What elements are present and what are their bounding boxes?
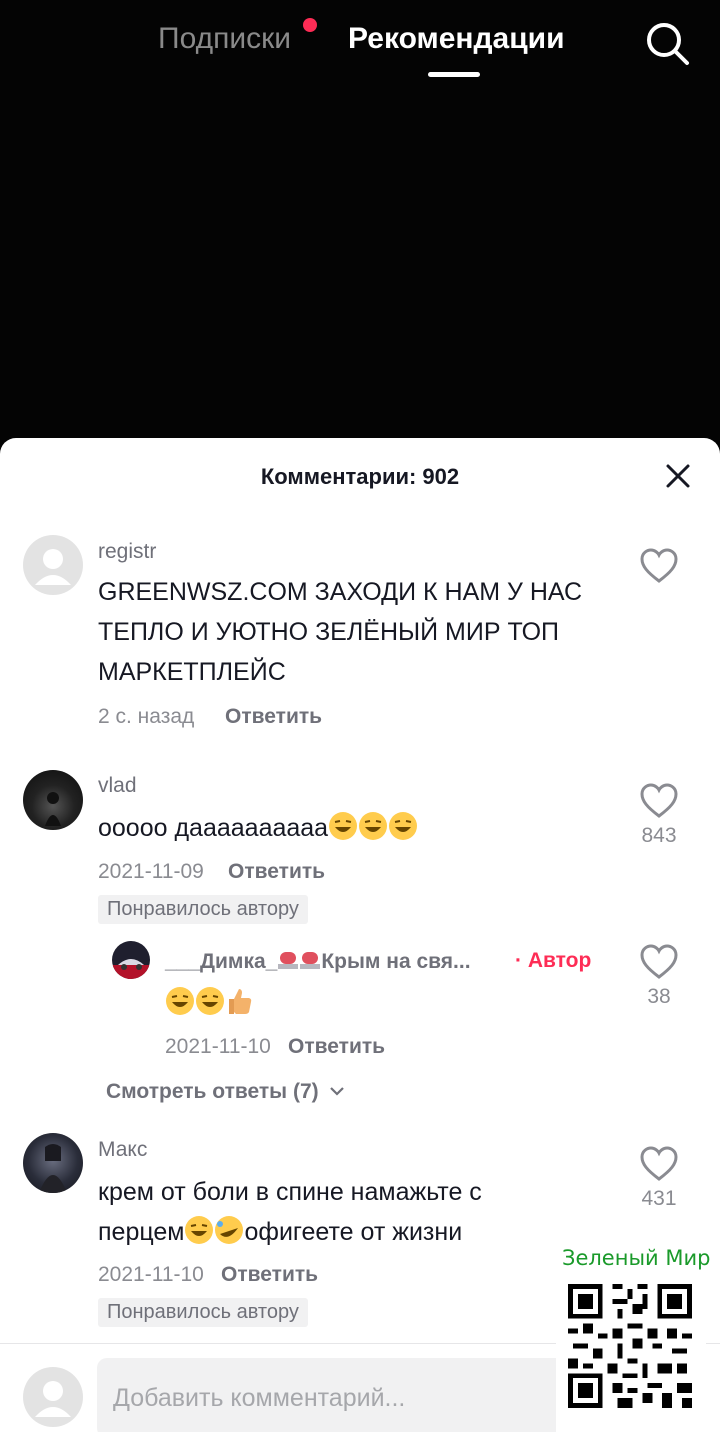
comment-text-line: GREENWSZ.COM ЗАХОДИ К НАМ У НАС — [98, 578, 583, 606]
comment-time: 2021-11-09 — [98, 860, 204, 883]
avatar[interactable] — [23, 770, 83, 830]
tab-following[interactable]: Подписки — [158, 22, 291, 56]
reply-button[interactable]: Ответить — [225, 705, 322, 729]
siren-icon — [300, 952, 321, 969]
top-navigation: Подписки Рекомендации — [0, 18, 720, 88]
watermark: Зеленый Мир — [556, 1242, 710, 1432]
comment-text-line: крем от боли в спине намажьте с — [98, 1178, 482, 1206]
chevron-down-icon — [330, 1087, 345, 1096]
comment-username[interactable]: Макс — [98, 1138, 147, 1162]
avatar-knight-icon — [39, 1144, 67, 1193]
comment-username[interactable]: registr — [98, 540, 156, 564]
avatar[interactable] — [112, 941, 150, 979]
heart-icon[interactable] — [640, 783, 678, 819]
comment-text-part: перцем — [98, 1218, 185, 1246]
comment-text-body: ооооо даааааааааа — [98, 814, 329, 842]
reply-username-main: ___Димка_ — [165, 950, 278, 973]
avatar-figure-icon — [45, 792, 61, 826]
comment-time: 2 с. назад — [98, 705, 195, 728]
grinning-sweat-icon — [329, 812, 358, 840]
avatar[interactable] — [23, 535, 83, 595]
liked-by-author-badge: Понравилось автору — [98, 895, 308, 924]
avatar[interactable] — [23, 1133, 83, 1193]
reply-time: 2021-11-10 — [165, 1035, 271, 1058]
comment-text-line: ТЕПЛО И УЮТНО ЗЕЛЁНЫЙ МИР ТОП — [98, 618, 560, 646]
avatar-car-icon — [112, 959, 150, 979]
reply-button[interactable]: Ответить — [221, 1263, 318, 1287]
default-avatar-icon — [35, 1381, 71, 1417]
grinning-sweat-icon — [389, 812, 418, 840]
tab-recommended[interactable]: Рекомендации — [348, 22, 565, 56]
comments-title: Комментарии: 902 — [260, 464, 460, 489]
reply-text — [165, 983, 255, 1023]
grinning-sweat-icon — [359, 812, 388, 840]
comment-text-line: перцем офигеете от жизни — [98, 1212, 482, 1252]
thumbs-up-icon — [229, 989, 252, 1014]
reply-button[interactable]: Ответить — [228, 860, 325, 884]
search-icon[interactable] — [642, 18, 692, 68]
active-tab-indicator — [428, 72, 480, 77]
grinning-sweat-icon — [166, 987, 194, 1015]
liked-by-author-badge: Понравилось автору — [98, 1298, 308, 1327]
close-icon[interactable] — [660, 458, 696, 494]
comment-text-line: МАРКЕТПЛЕЙС — [98, 658, 286, 686]
comment-username[interactable]: vlad — [98, 774, 137, 798]
reply-button[interactable]: Ответить — [288, 1035, 385, 1059]
like-count: 38 — [647, 985, 671, 1008]
author-tag: · Автор — [515, 949, 592, 972]
like-count: 431 — [641, 1187, 677, 1210]
reply-username[interactable]: ___Димка_ Крым на свя... — [165, 949, 471, 974]
heart-icon[interactable] — [640, 944, 678, 980]
default-avatar-icon — [35, 549, 71, 585]
like-count: 843 — [641, 824, 677, 847]
siren-icon — [278, 952, 299, 969]
heart-icon[interactable] — [640, 1146, 678, 1182]
view-replies-label: Смотреть ответы (7) — [106, 1080, 319, 1103]
my-avatar — [23, 1367, 83, 1427]
comment-text: крем от боли в спине намажьте с перцем оф… — [98, 1172, 482, 1252]
view-replies-button[interactable]: Смотреть ответы (7) — [106, 1080, 346, 1104]
rofl-icon — [215, 1216, 244, 1244]
heart-icon[interactable] — [640, 548, 678, 584]
watermark-text: Зеленый Мир — [562, 1246, 711, 1270]
comment-text: GREENWSZ.COM ЗАХОДИ К НАМ У НАС ТЕПЛО И … — [98, 572, 582, 692]
comment-text-part: офигеете от жизни — [244, 1218, 463, 1246]
notification-dot — [303, 18, 317, 32]
reply-username-suffix: Крым на свя... — [321, 950, 471, 973]
comment-text: ооооо даааааааааа — [98, 808, 418, 848]
qr-code-icon — [568, 1284, 692, 1408]
grinning-sweat-icon — [196, 987, 224, 1015]
grinning-sweat-icon — [185, 1216, 214, 1244]
comment-time: 2021-11-10 — [98, 1263, 204, 1286]
